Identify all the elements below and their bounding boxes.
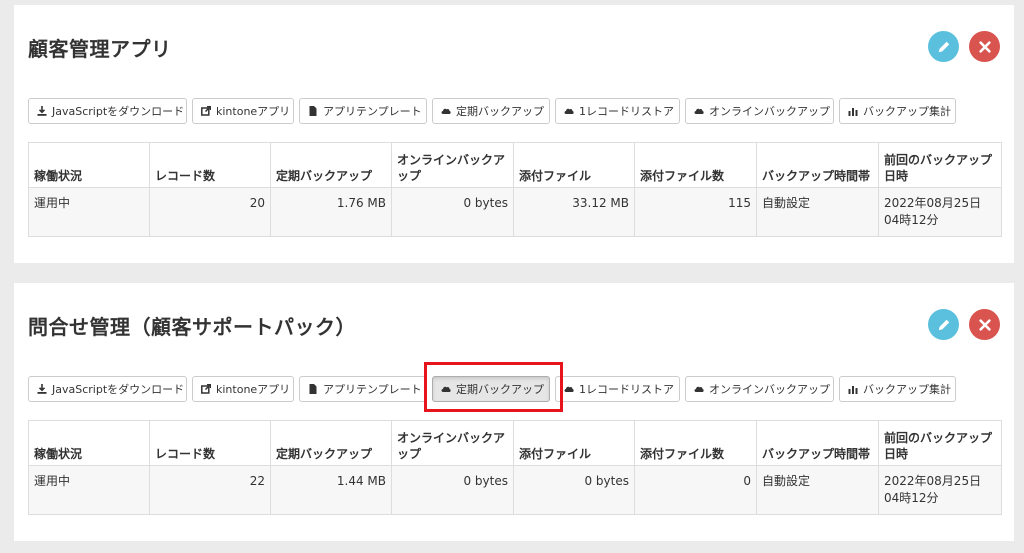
stats-table: 稼働状況 レコード数 定期バックアップ オンラインバックアップ 添付ファイル 添… — [28, 420, 1002, 515]
column-header: レコード数 — [149, 420, 271, 466]
delete-button[interactable] — [969, 309, 1000, 340]
one-record-restore-button[interactable]: 1レコードリストア — [555, 376, 680, 402]
stats-table: 稼働状況 レコード数 定期バックアップ オンラインバックアップ 添付ファイル 添… — [28, 142, 1002, 237]
scheduled-backup-button[interactable]: 定期バックアップ — [432, 376, 550, 402]
column-header: 前回のバックアップ日時 — [878, 420, 1002, 466]
app-template-button[interactable]: アプリテンプレート — [299, 376, 427, 402]
pencil-icon — [938, 41, 949, 52]
kintone-app-button[interactable]: kintoneアプリ — [192, 376, 294, 402]
toolbar: JavaScriptをダウンロード kintoneアプリ アプリテンプレート 定… — [28, 98, 956, 124]
table-row: 運用中 20 1.76 MB 0 bytes 33.12 MB 115 自動設定… — [28, 187, 1002, 237]
column-header: 稼働状況 — [28, 142, 150, 188]
table-header-row: 稼働状況 レコード数 定期バックアップ オンラインバックアップ 添付ファイル 添… — [28, 142, 1002, 188]
column-header: 定期バックアップ — [270, 142, 392, 188]
delete-button[interactable] — [969, 31, 1000, 62]
column-header: 添付ファイル — [513, 420, 635, 466]
column-header: 添付ファイル数 — [634, 142, 757, 188]
backup-time-cell: 自動設定 — [756, 187, 879, 237]
last-backup-cell: 2022年08月25日 04時12分 — [878, 465, 1002, 515]
online-backup-button[interactable]: オンラインバックアップ — [685, 376, 834, 402]
last-backup-cell: 2022年08月25日 04時12分 — [878, 187, 1002, 237]
bar-chart-icon — [848, 384, 858, 394]
external-link-icon — [201, 106, 211, 116]
close-icon — [978, 318, 991, 331]
download-js-button[interactable]: JavaScriptをダウンロード — [28, 98, 187, 124]
scheduled-backup-cell: 1.44 MB — [270, 465, 392, 515]
download-icon — [37, 384, 47, 394]
table-header-row: 稼働状況 レコード数 定期バックアップ オンラインバックアップ 添付ファイル 添… — [28, 420, 1002, 466]
file-icon — [308, 106, 318, 116]
external-link-icon — [201, 384, 211, 394]
app-title: 顧客管理アプリ — [28, 37, 172, 61]
button-label: アプリテンプレート — [323, 105, 422, 118]
close-icon — [978, 40, 991, 53]
backup-time-cell: 自動設定 — [756, 465, 879, 515]
toolbar: JavaScriptをダウンロード kintoneアプリ アプリテンプレート 定… — [28, 376, 956, 402]
app-template-button[interactable]: アプリテンプレート — [299, 98, 427, 124]
record-count-cell: 20 — [149, 187, 271, 237]
online-backup-button[interactable]: オンラインバックアップ — [685, 98, 834, 124]
column-header: バックアップ時間帯 — [756, 420, 879, 466]
button-label: オンラインバックアップ — [709, 383, 830, 396]
backup-summary-button[interactable]: バックアップ集計 — [839, 376, 956, 402]
edit-button[interactable] — [928, 309, 959, 340]
column-header: オンラインバックアップ — [391, 142, 514, 188]
cloud-icon — [564, 384, 574, 394]
column-header: オンラインバックアップ — [391, 420, 514, 466]
attachment-count-cell: 0 — [634, 465, 757, 515]
column-header: レコード数 — [149, 142, 271, 188]
table-row: 運用中 22 1.44 MB 0 bytes 0 bytes 0 自動設定 20… — [28, 465, 1002, 515]
column-header: 稼働状況 — [28, 420, 150, 466]
column-header: 添付ファイル数 — [634, 420, 757, 466]
attachment-size-cell: 0 bytes — [513, 465, 635, 515]
online-backup-cell: 0 bytes — [391, 187, 514, 237]
download-js-button[interactable]: JavaScriptをダウンロード — [28, 376, 187, 402]
cloud-icon — [694, 106, 704, 116]
bar-chart-icon — [848, 106, 858, 116]
column-header: バックアップ時間帯 — [756, 142, 879, 188]
status-cell: 運用中 — [28, 465, 150, 515]
button-label: 定期バックアップ — [456, 383, 544, 396]
attachment-size-cell: 33.12 MB — [513, 187, 635, 237]
cloud-icon — [441, 384, 451, 394]
kintone-app-button[interactable]: kintoneアプリ — [192, 98, 294, 124]
button-label: アプリテンプレート — [323, 383, 422, 396]
cloud-icon — [564, 106, 574, 116]
column-header: 定期バックアップ — [270, 420, 392, 466]
backup-summary-button[interactable]: バックアップ集計 — [839, 98, 956, 124]
app-title: 問合せ管理（顧客サポートパック） — [28, 315, 356, 339]
edit-button[interactable] — [928, 31, 959, 62]
button-label: kintoneアプリ — [216, 105, 291, 118]
button-label: 1レコードリストア — [579, 105, 674, 118]
button-label: JavaScriptをダウンロード — [52, 105, 185, 118]
button-label: JavaScriptをダウンロード — [52, 383, 185, 396]
cloud-icon — [441, 106, 451, 116]
cloud-icon — [694, 384, 704, 394]
download-icon — [37, 106, 47, 116]
button-label: バックアップ集計 — [863, 105, 951, 118]
one-record-restore-button[interactable]: 1レコードリストア — [555, 98, 680, 124]
scheduled-backup-button[interactable]: 定期バックアップ — [432, 98, 550, 124]
button-label: 1レコードリストア — [579, 383, 674, 396]
attachment-count-cell: 115 — [634, 187, 757, 237]
file-icon — [308, 384, 318, 394]
status-cell: 運用中 — [28, 187, 150, 237]
column-header: 前回のバックアップ日時 — [878, 142, 1002, 188]
record-count-cell: 22 — [149, 465, 271, 515]
button-label: kintoneアプリ — [216, 383, 291, 396]
scheduled-backup-cell: 1.76 MB — [270, 187, 392, 237]
button-label: 定期バックアップ — [456, 105, 544, 118]
online-backup-cell: 0 bytes — [391, 465, 514, 515]
pencil-icon — [938, 319, 949, 330]
app-card: 問合せ管理（顧客サポートパック） JavaScriptをダウンロード kinto… — [14, 283, 1014, 541]
button-label: オンラインバックアップ — [709, 105, 830, 118]
button-label: バックアップ集計 — [863, 383, 951, 396]
column-header: 添付ファイル — [513, 142, 635, 188]
app-card: 顧客管理アプリ JavaScriptをダウンロード kintoneアプリ アプリ… — [14, 5, 1014, 263]
